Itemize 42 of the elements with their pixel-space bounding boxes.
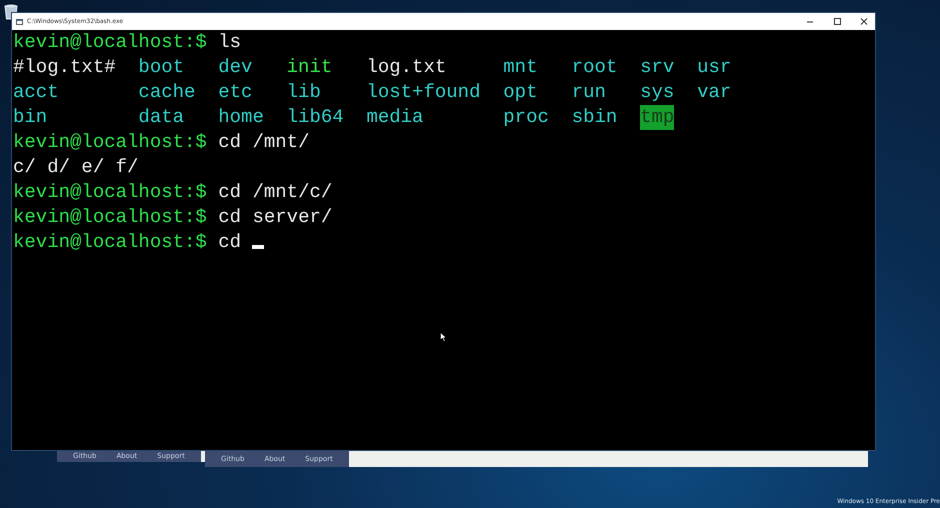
- file-name: #log.txt#: [13, 55, 116, 80]
- file-name: etc: [218, 80, 254, 105]
- file-name: opt: [503, 80, 538, 105]
- file-name: bin: [13, 105, 48, 130]
- command-text: cd /mnt/c/: [218, 181, 332, 203]
- file-name: media: [366, 105, 424, 130]
- file-name: lib64: [286, 105, 344, 130]
- file-name: boot: [138, 55, 186, 80]
- command-text: cd server/: [218, 206, 332, 228]
- file-name: root: [572, 55, 618, 80]
- file-name: var: [697, 80, 732, 105]
- shell-prompt: kevin@localhost:$: [13, 31, 207, 53]
- shell-prompt: kevin@localhost:$: [13, 231, 207, 253]
- page-background: [200, 450, 205, 462]
- file-name: data: [138, 105, 186, 130]
- command-output: c/ d/ e/ f/: [13, 155, 140, 180]
- file-name: init: [286, 55, 334, 80]
- file-name: mnt: [503, 55, 538, 80]
- command-text: cd: [218, 231, 242, 253]
- file-name: run: [572, 80, 607, 105]
- command-text: cd /mnt/: [218, 131, 310, 153]
- shell-prompt: kevin@localhost:$: [13, 206, 207, 228]
- shell-prompt: kevin@localhost:$: [13, 131, 207, 153]
- file-name: sbin: [572, 105, 618, 130]
- mouse-pointer-icon: [440, 332, 447, 342]
- shell-prompt: kevin@localhost:$: [13, 181, 207, 203]
- file-name: cache: [138, 80, 196, 105]
- file-name: srv: [640, 55, 674, 80]
- file-name: usr: [697, 55, 732, 80]
- file-name: proc: [503, 105, 549, 130]
- file-name: sys: [640, 80, 674, 105]
- close-button[interactable]: [860, 18, 868, 25]
- file-name: acct: [13, 80, 60, 105]
- file-name: lost+found: [366, 80, 480, 105]
- file-name: lib: [286, 80, 322, 105]
- file-name: log.txt: [366, 55, 448, 80]
- maximize-button[interactable]: [832, 18, 840, 25]
- file-name: dev: [218, 55, 254, 80]
- file-name: home: [218, 105, 264, 130]
- command-text: ls: [218, 31, 242, 53]
- console-icon: [16, 18, 23, 24]
- file-name: tmp: [640, 105, 674, 130]
